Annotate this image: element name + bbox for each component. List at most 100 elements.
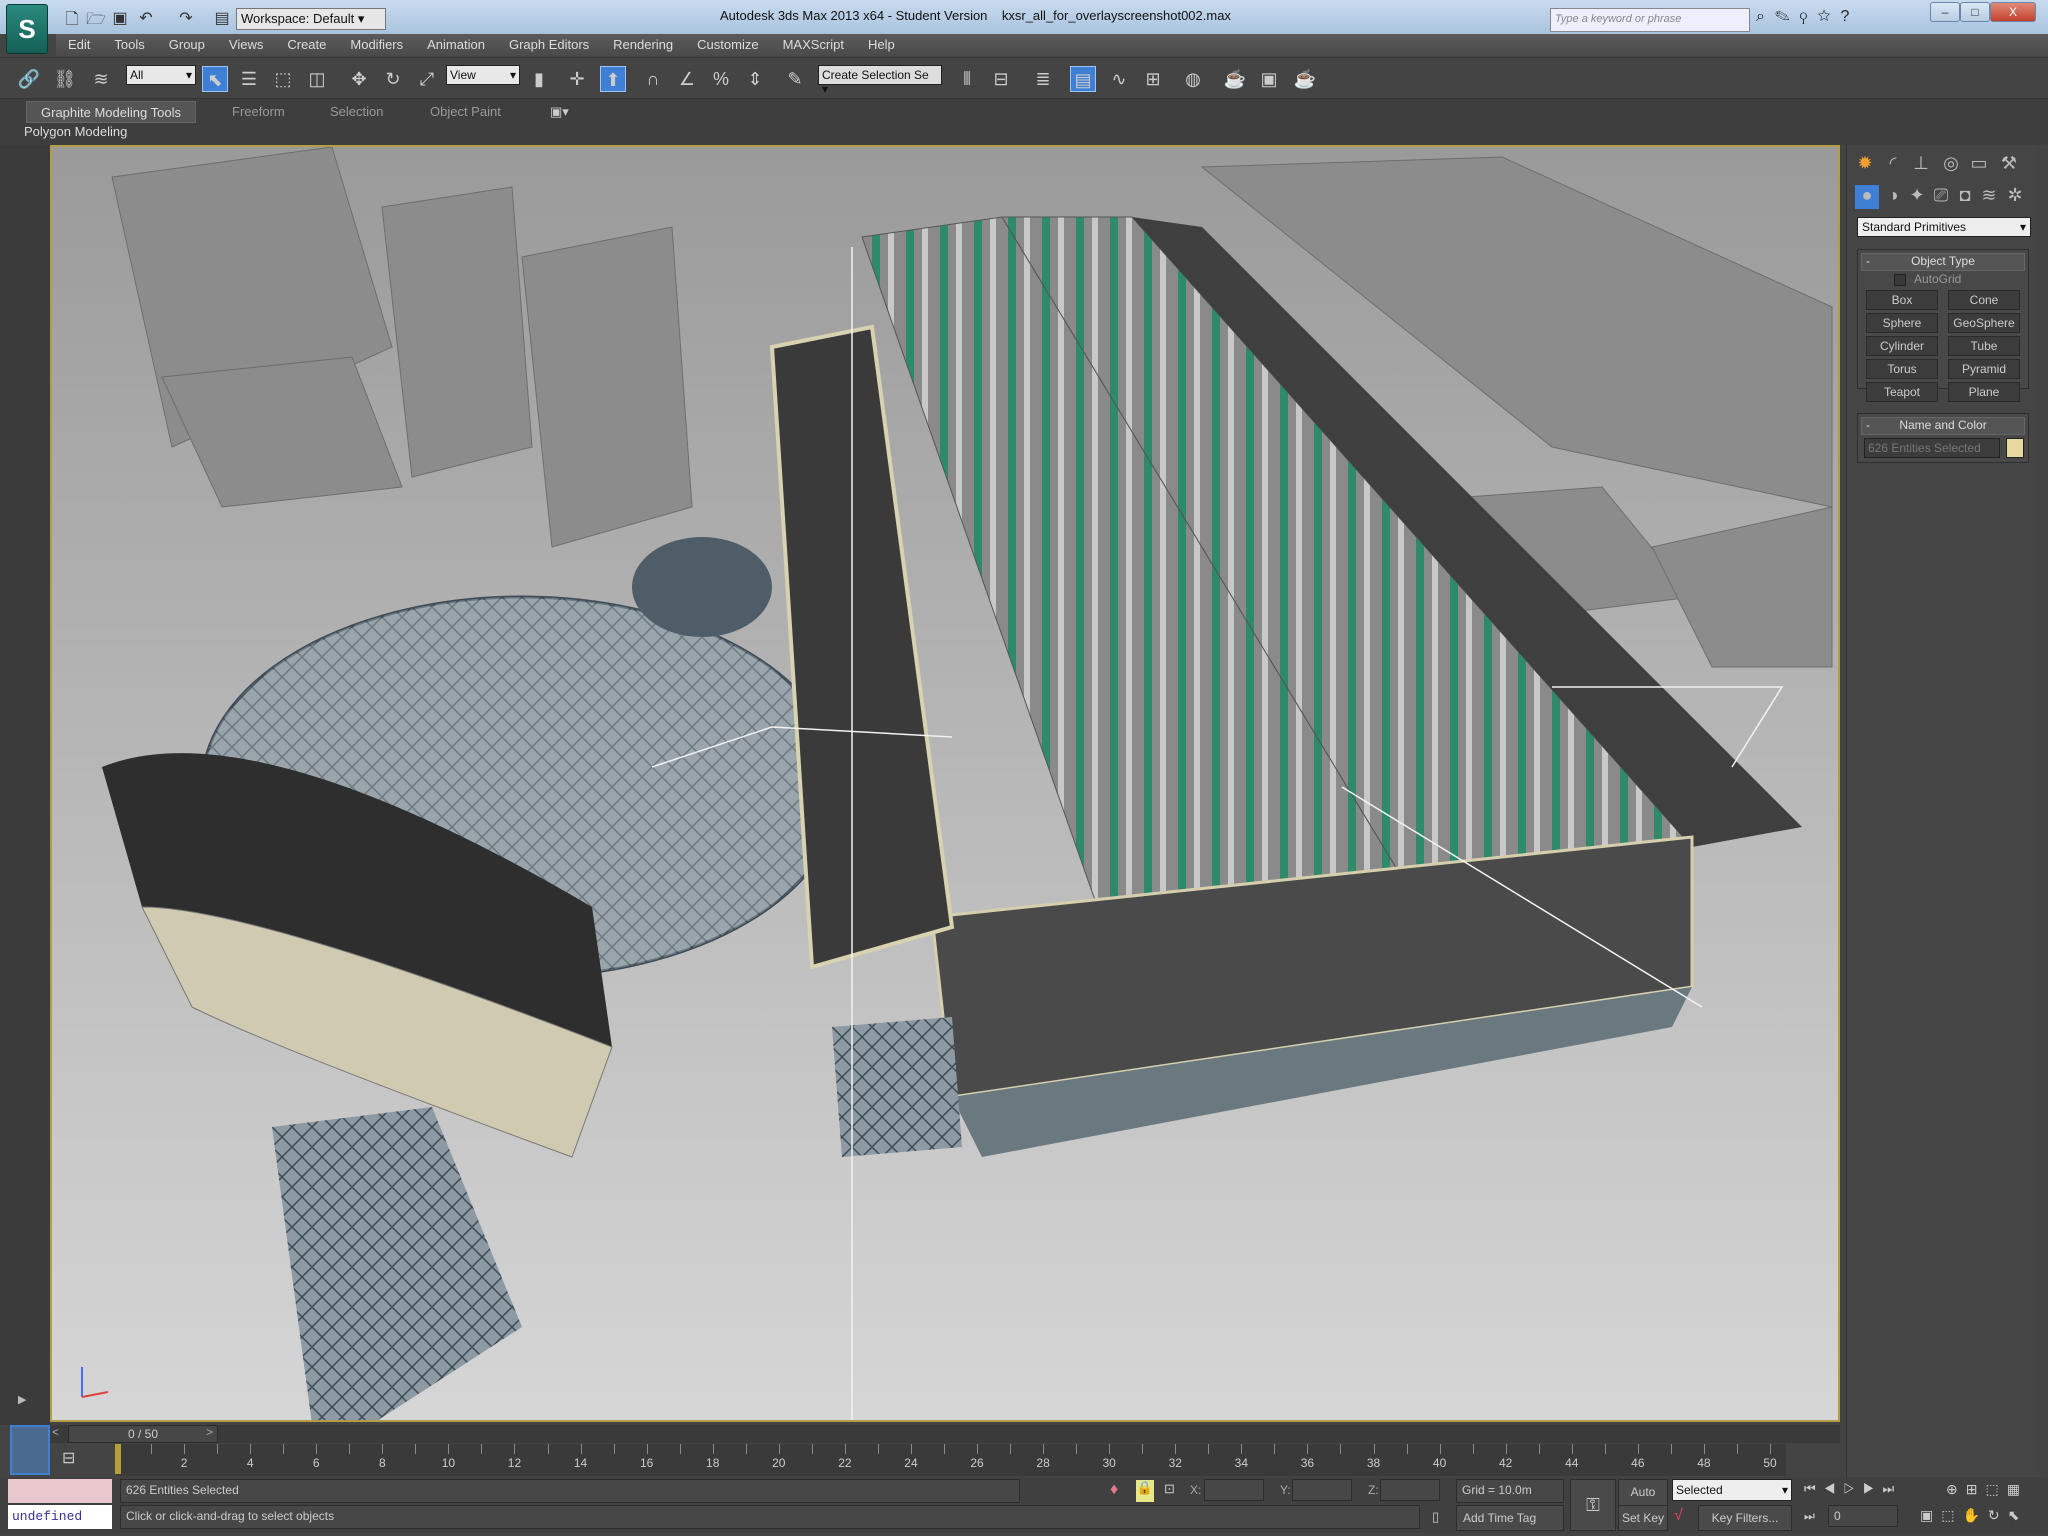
undo-icon[interactable]: ↶ xyxy=(136,8,156,28)
current-frame-field[interactable]: 0 xyxy=(1828,1505,1898,1527)
spinner-snap-icon[interactable]: ⇕ xyxy=(742,66,768,92)
binoculars-icon[interactable]: ⌕ xyxy=(1756,8,1775,25)
ribbon-options-icon[interactable]: ▣▾ xyxy=(536,101,583,123)
motion-tab-icon[interactable]: ◎ xyxy=(1939,153,1963,177)
add-time-tag-button[interactable]: Add Time Tag xyxy=(1456,1505,1564,1531)
tube-button[interactable]: Tube xyxy=(1948,336,2020,356)
help-icon[interactable]: ? xyxy=(1841,8,1860,25)
named-selection-sets-dropdown[interactable]: Create Selection Se ▾ xyxy=(818,65,942,96)
pyramid-button[interactable]: Pyramid xyxy=(1948,359,2020,379)
systems-icon[interactable]: ✲ xyxy=(2003,185,2027,209)
absolute-mode-icon[interactable]: ⊡ xyxy=(1164,1481,1175,1497)
maxscript-listener-input[interactable] xyxy=(8,1479,112,1503)
mirror-icon[interactable]: ⫴ xyxy=(954,66,980,92)
align-icon[interactable]: ⊟ xyxy=(988,66,1014,92)
save-icon[interactable]: ▣ xyxy=(110,8,130,28)
tab-object-paint[interactable]: Object Paint xyxy=(416,101,515,123)
tab-selection[interactable]: Selection xyxy=(316,101,397,123)
application-menu-button[interactable]: S xyxy=(6,4,48,54)
cameras-icon[interactable]: ⎚ xyxy=(1929,185,1953,209)
set-key-icon[interactable]: ⚿ xyxy=(1570,1479,1616,1531)
lights-icon[interactable]: ✦ xyxy=(1905,185,1929,209)
set-key-button[interactable]: Set Key xyxy=(1618,1505,1668,1531)
x-coordinate-field[interactable] xyxy=(1204,1479,1264,1501)
bind-to-spacewarp-icon[interactable]: ≋ xyxy=(88,66,114,92)
zoom-extents-all-icon[interactable]: ▦ xyxy=(2007,1481,2028,1497)
open-mini-curve-editor-icon[interactable]: ⊟ xyxy=(62,1448,75,1468)
reference-coordinate-dropdown[interactable]: View ▾ xyxy=(446,65,520,85)
select-rotate-icon[interactable]: ↻ xyxy=(380,66,406,92)
zoom-extents-icon[interactable]: ⬚ xyxy=(1985,1481,2006,1497)
tab-graphite-modeling-tools[interactable]: Graphite Modeling Tools xyxy=(26,101,196,123)
object-name-field[interactable]: 626 Entities Selected xyxy=(1864,438,2000,458)
pan-icon[interactable]: ✋ xyxy=(1962,1507,1987,1523)
angle-snap-icon[interactable]: ∠ xyxy=(674,66,700,92)
shapes-icon[interactable]: ◑ xyxy=(1881,185,1905,209)
y-coordinate-field[interactable] xyxy=(1292,1479,1352,1501)
render-production-icon[interactable]: ☕ xyxy=(1292,66,1318,92)
menu-tools[interactable]: Tools xyxy=(102,34,156,56)
keyboard-shortcut-override-icon[interactable]: ⬆ xyxy=(600,66,626,92)
maximize-button[interactable]: □ xyxy=(1960,2,1990,22)
geometry-icon[interactable]: ● xyxy=(1855,185,1879,209)
open-file-icon[interactable]: 🗁 xyxy=(86,8,106,28)
prev-frame-arrow-icon[interactable]: < xyxy=(52,1425,59,1439)
time-configuration-icon[interactable]: ▣ xyxy=(1920,1507,1941,1523)
polygon-modeling-panel[interactable]: Polygon Modeling xyxy=(24,124,127,139)
time-slider-thumb[interactable]: 0 / 50 xyxy=(68,1425,218,1443)
utilities-tab-icon[interactable]: ⚒ xyxy=(1997,153,2021,177)
menu-views[interactable]: Views xyxy=(217,34,275,56)
layer-manager-icon[interactable]: ≣ xyxy=(1030,66,1056,92)
select-move-icon[interactable]: ✥ xyxy=(346,66,372,92)
menu-customize[interactable]: Customize xyxy=(685,34,770,56)
key-mode-dropdown[interactable]: Selected ▾ xyxy=(1672,1479,1792,1501)
track-bar[interactable]: 0246810121416182022242628303234363840424… xyxy=(115,1444,1786,1476)
satellite-icon[interactable]: ⚲ xyxy=(1800,8,1818,25)
field-of-view-icon[interactable]: ⬚ xyxy=(1941,1507,1962,1523)
close-button[interactable]: X xyxy=(1990,2,2036,22)
geosphere-button[interactable]: GeoSphere xyxy=(1948,313,2020,333)
isolate-selection-icon[interactable]: ♦ xyxy=(1110,1481,1118,1499)
select-scale-icon[interactable]: ⤢ xyxy=(414,66,440,92)
object-type-header[interactable]: - Object Type xyxy=(1861,253,2025,271)
tab-freeform[interactable]: Freeform xyxy=(218,101,299,123)
go-to-start-icon[interactable]: ⏮ xyxy=(1804,1481,1824,1496)
menu-group[interactable]: Group xyxy=(157,34,217,56)
object-color-swatch[interactable] xyxy=(2006,438,2024,458)
maximize-viewport-icon[interactable]: ⬉ xyxy=(2008,1507,2028,1523)
cone-button[interactable]: Cone xyxy=(1948,290,2020,310)
autogrid-checkbox[interactable] xyxy=(1894,274,1906,286)
default-tangent-icon[interactable]: √ xyxy=(1674,1507,1683,1525)
next-frame-arrow-icon[interactable]: > xyxy=(206,1425,213,1439)
helpers-icon[interactable]: ◘ xyxy=(1953,185,1977,209)
wrench-icon[interactable]: ✎ xyxy=(1775,8,1800,25)
next-frame-icon[interactable]: ▶ xyxy=(1863,1481,1883,1496)
modify-tab-icon[interactable]: ◜ xyxy=(1881,153,1905,177)
rendered-frame-window-icon[interactable]: ▣ xyxy=(1256,66,1282,92)
zoom-all-icon[interactable]: ⊞ xyxy=(1966,1481,1986,1497)
time-slider[interactable]: < 0 / 50 > xyxy=(50,1425,1840,1443)
schematic-view-icon[interactable]: ⊞ xyxy=(1140,66,1166,92)
infocenter-search-input[interactable]: Type a keyword or phrase xyxy=(1550,8,1750,32)
sphere-button[interactable]: Sphere xyxy=(1866,313,1938,333)
mini-curve-editor-toggle[interactable] xyxy=(10,1425,50,1475)
key-mode-toggle-icon[interactable]: ⏭ xyxy=(1804,1509,1815,1524)
create-tab-icon[interactable]: ✹ xyxy=(1853,153,1877,177)
workspace-dropdown[interactable]: Workspace: Default ▾ xyxy=(236,8,386,30)
previous-frame-icon[interactable]: ◀ xyxy=(1824,1481,1844,1496)
menu-create[interactable]: Create xyxy=(275,34,338,56)
unlink-icon[interactable]: ⛓ xyxy=(52,66,78,92)
select-manipulate-icon[interactable]: ✛ xyxy=(564,66,590,92)
project-folder-icon[interactable]: ▤ xyxy=(212,8,232,28)
minimize-button[interactable]: – xyxy=(1930,2,1960,22)
perspective-viewport[interactable] xyxy=(50,145,1840,1422)
current-frame-marker[interactable] xyxy=(115,1444,121,1474)
torus-button[interactable]: Torus xyxy=(1866,359,1938,379)
display-tab-icon[interactable]: ▭ xyxy=(1967,153,1991,177)
name-and-color-header[interactable]: - Name and Color xyxy=(1861,417,2025,435)
menu-edit[interactable]: Edit xyxy=(56,34,102,56)
window-crossing-icon[interactable]: ◫ xyxy=(304,66,330,92)
selection-filter-dropdown[interactable]: All ▾ xyxy=(126,65,196,85)
maxscript-output[interactable]: undefined xyxy=(8,1505,112,1529)
material-editor-icon[interactable]: ◍ xyxy=(1180,66,1206,92)
